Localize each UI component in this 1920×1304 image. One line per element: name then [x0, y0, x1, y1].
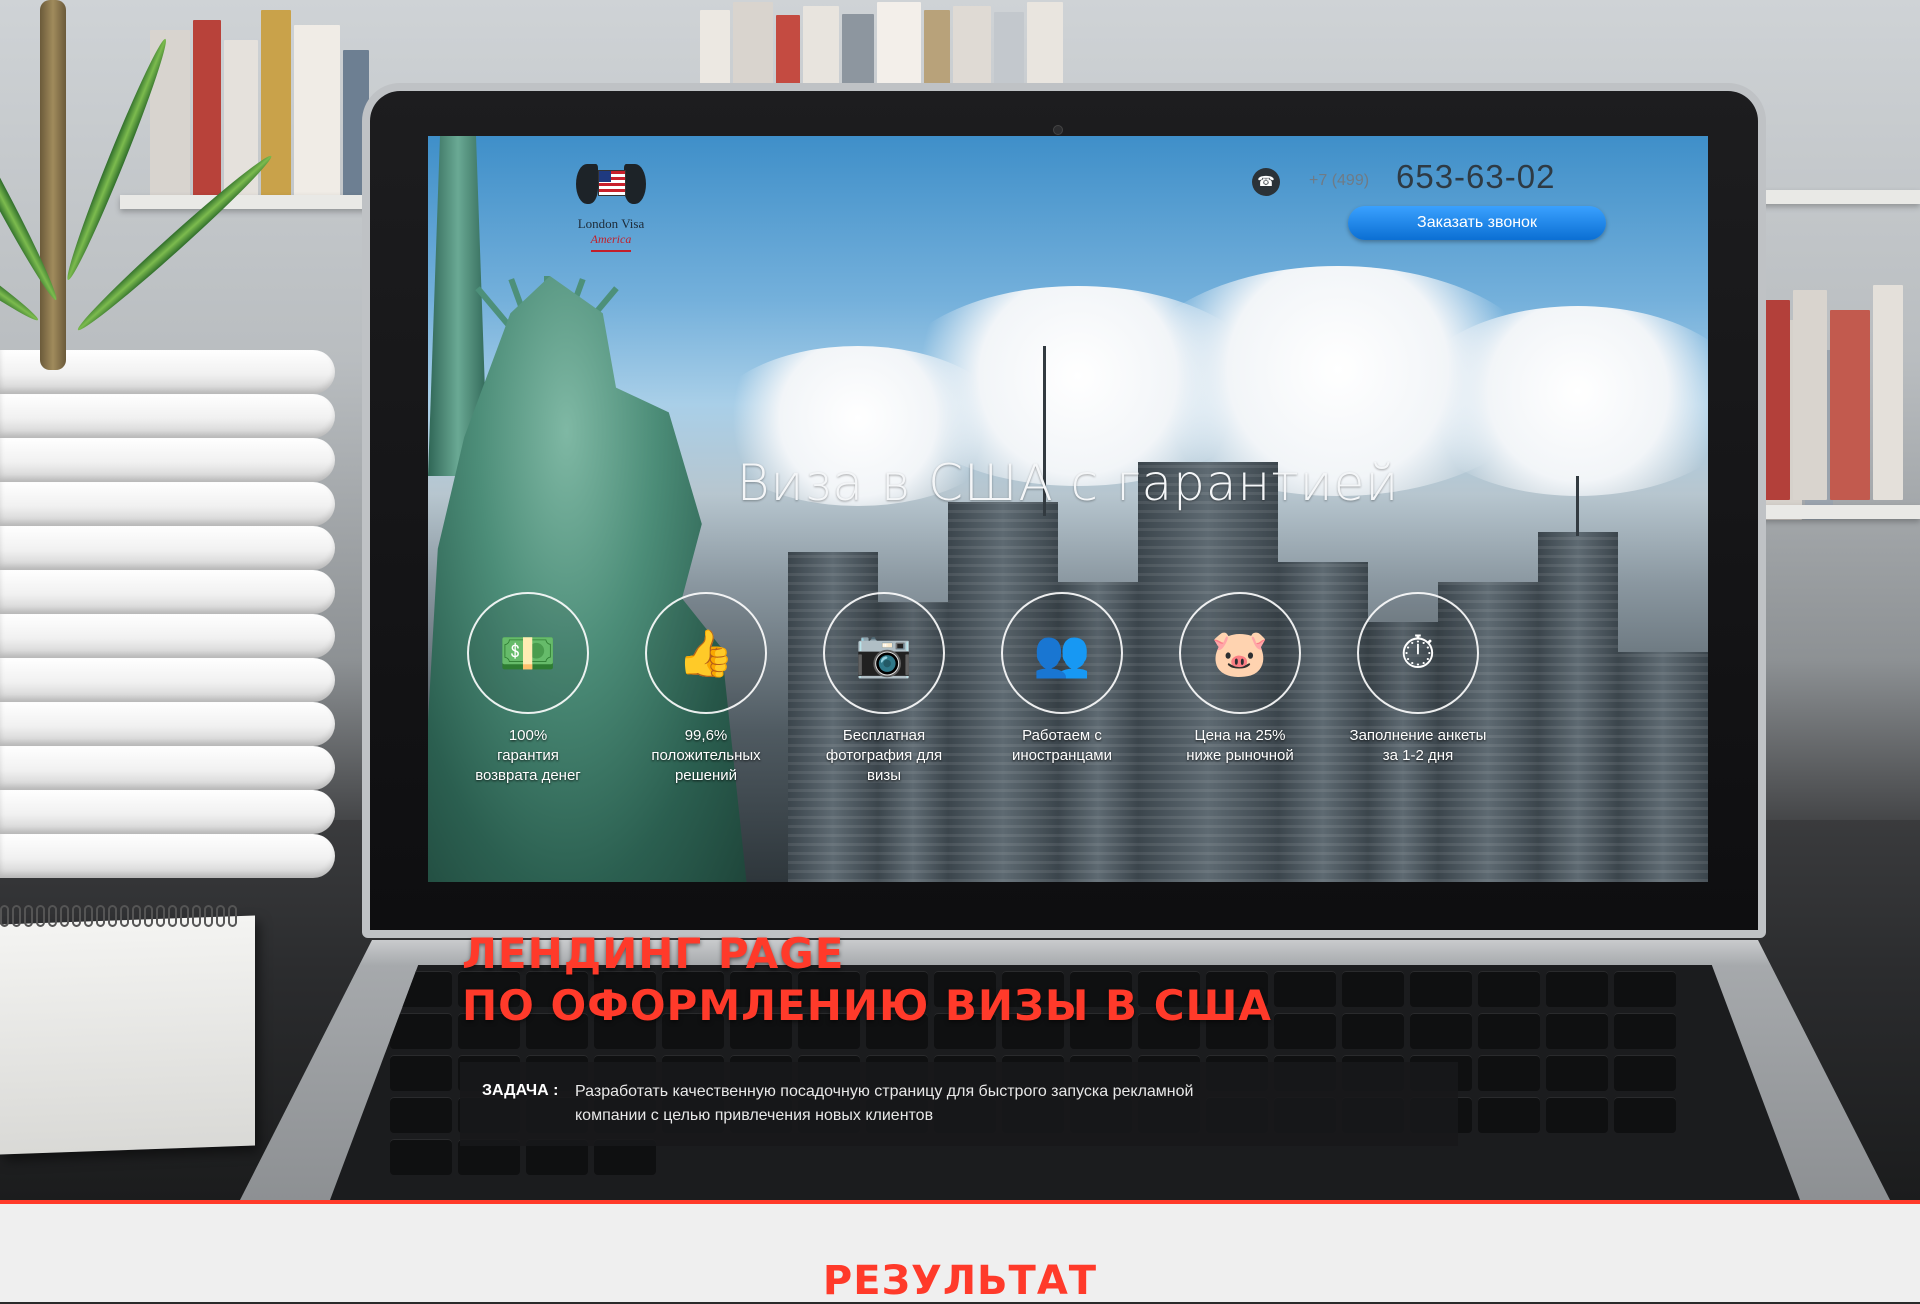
hero-title: Виза в США с гарантией	[736, 454, 1400, 512]
logo-title: London Visa	[577, 216, 645, 231]
feature-label: Заполнение анкеты за 1-2 дня	[1349, 727, 1487, 764]
bookshelf-books	[1760, 280, 1906, 500]
features-row: 💵 100% гарантия возврата денег 👍 99,6% п…	[428, 592, 1708, 792]
money-icon: 💵	[467, 592, 589, 714]
eagle-crest-icon	[576, 160, 646, 214]
camera-icon: 📷	[823, 592, 945, 714]
phone-code: +7 (499)	[1309, 172, 1370, 189]
site-logo[interactable]: London Visa America	[556, 160, 666, 252]
result-title: РЕЗУЛЬТАТ	[822, 1258, 1098, 1304]
case-title: Лендинг page по оформлению визы в США	[462, 928, 1272, 1032]
feature-label: Цена на 25% ниже рыночной	[1186, 727, 1294, 764]
feature-label: 100% гарантия возврата денег	[475, 727, 581, 784]
phone-number[interactable]: 653-63-02	[1396, 158, 1555, 196]
laptop-screen: London Visa America ☎ +7 (499) 653-63-02…	[428, 136, 1708, 882]
task-box: ЗАДАЧА : Разработать качественную посадо…	[460, 1062, 1458, 1146]
result-section: РЕЗУЛЬТАТ	[0, 1200, 1920, 1304]
task-label: ЗАДАЧА :	[482, 1082, 559, 1099]
feature-item: 👥 Работаем с иностранцами	[982, 592, 1142, 766]
shelf	[1740, 505, 1920, 519]
notebook-spiral	[0, 905, 250, 929]
people-icon: 👥	[1001, 592, 1123, 714]
feature-item: 💵 100% гарантия возврата денег	[448, 592, 608, 786]
callback-button[interactable]: Заказать звонок	[1348, 206, 1606, 240]
piggy-bank-icon: 🐷	[1179, 592, 1301, 714]
webcam	[1053, 125, 1063, 135]
feature-item: 🐷 Цена на 25% ниже рыночной	[1160, 592, 1320, 766]
case-title-line1: Лендинг page	[462, 929, 845, 978]
logo-underline	[591, 250, 631, 252]
feature-label: 99,6% положительных решений	[651, 727, 761, 784]
speedometer-icon: ⏱	[1357, 592, 1479, 714]
feature-item: 👍 99,6% положительных решений	[626, 592, 786, 786]
feature-label: Бесплатная фотография для визы	[825, 727, 943, 784]
feature-item: 📷 Бесплатная фотография для визы	[804, 592, 964, 786]
case-title-line2: по оформлению визы в США	[462, 981, 1272, 1030]
plant-pot	[0, 350, 340, 880]
phone-icon: ☎	[1252, 168, 1280, 196]
plant-stem	[40, 0, 66, 370]
logo-subtitle: America	[590, 232, 632, 246]
feature-label: Работаем с иностранцами	[1012, 727, 1112, 764]
feature-item: ⏱ Заполнение анкеты за 1-2 дня	[1338, 592, 1498, 766]
notebook	[0, 915, 255, 1155]
thumbs-up-icon: 👍	[645, 592, 767, 714]
task-text: Разработать качественную посадочную стра…	[575, 1083, 1194, 1124]
